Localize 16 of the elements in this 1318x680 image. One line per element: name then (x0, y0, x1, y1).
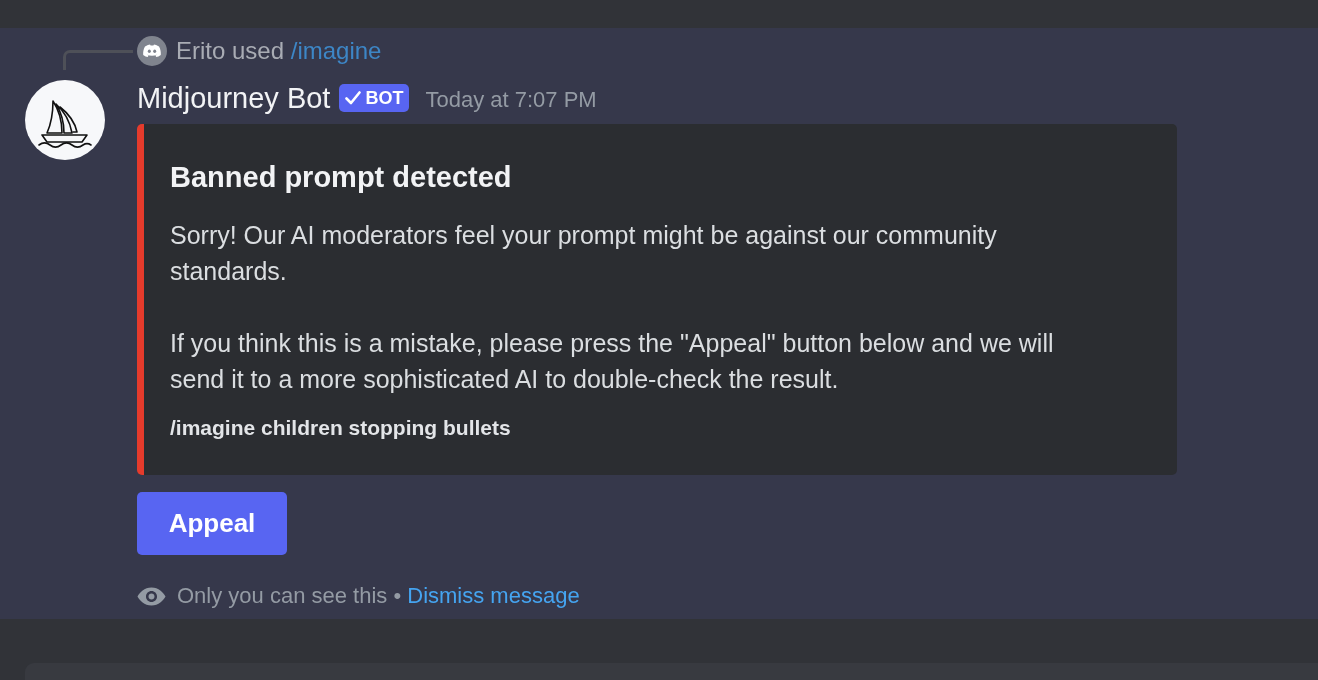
logo-icon (137, 36, 167, 66)
visibility-notice: Only you can see this • Dismiss message (177, 583, 580, 609)
reply-connector (63, 50, 133, 70)
sailboat-avatar-icon (25, 80, 105, 160)
embed-paragraph: Sorry! Our AI moderators feel your prompt might be against our community standards. (170, 220, 998, 287)
prompt-text: /imagine children stopping bullets (170, 415, 512, 441)
author-name[interactable]: Midjourney Bot (137, 82, 331, 114)
reply-context: Erito used /imagine (176, 36, 382, 66)
embed-title: Banned prompt detected (170, 160, 513, 195)
bot-label: BOT (365, 88, 404, 108)
embed-paragraph: If you think this is a mistake, please press the "Appeal" button below and we will send it to a more sophisticated AI to double-check the result. (170, 328, 1055, 395)
appeal-button[interactable]: Appeal (137, 492, 287, 555)
timestamp: Today at 7:07 PM (425, 87, 597, 113)
command-link[interactable]: /imagine (290, 37, 382, 64)
eye-icon (137, 586, 166, 606)
dismiss-link[interactable]: Dismiss message (407, 583, 580, 608)
